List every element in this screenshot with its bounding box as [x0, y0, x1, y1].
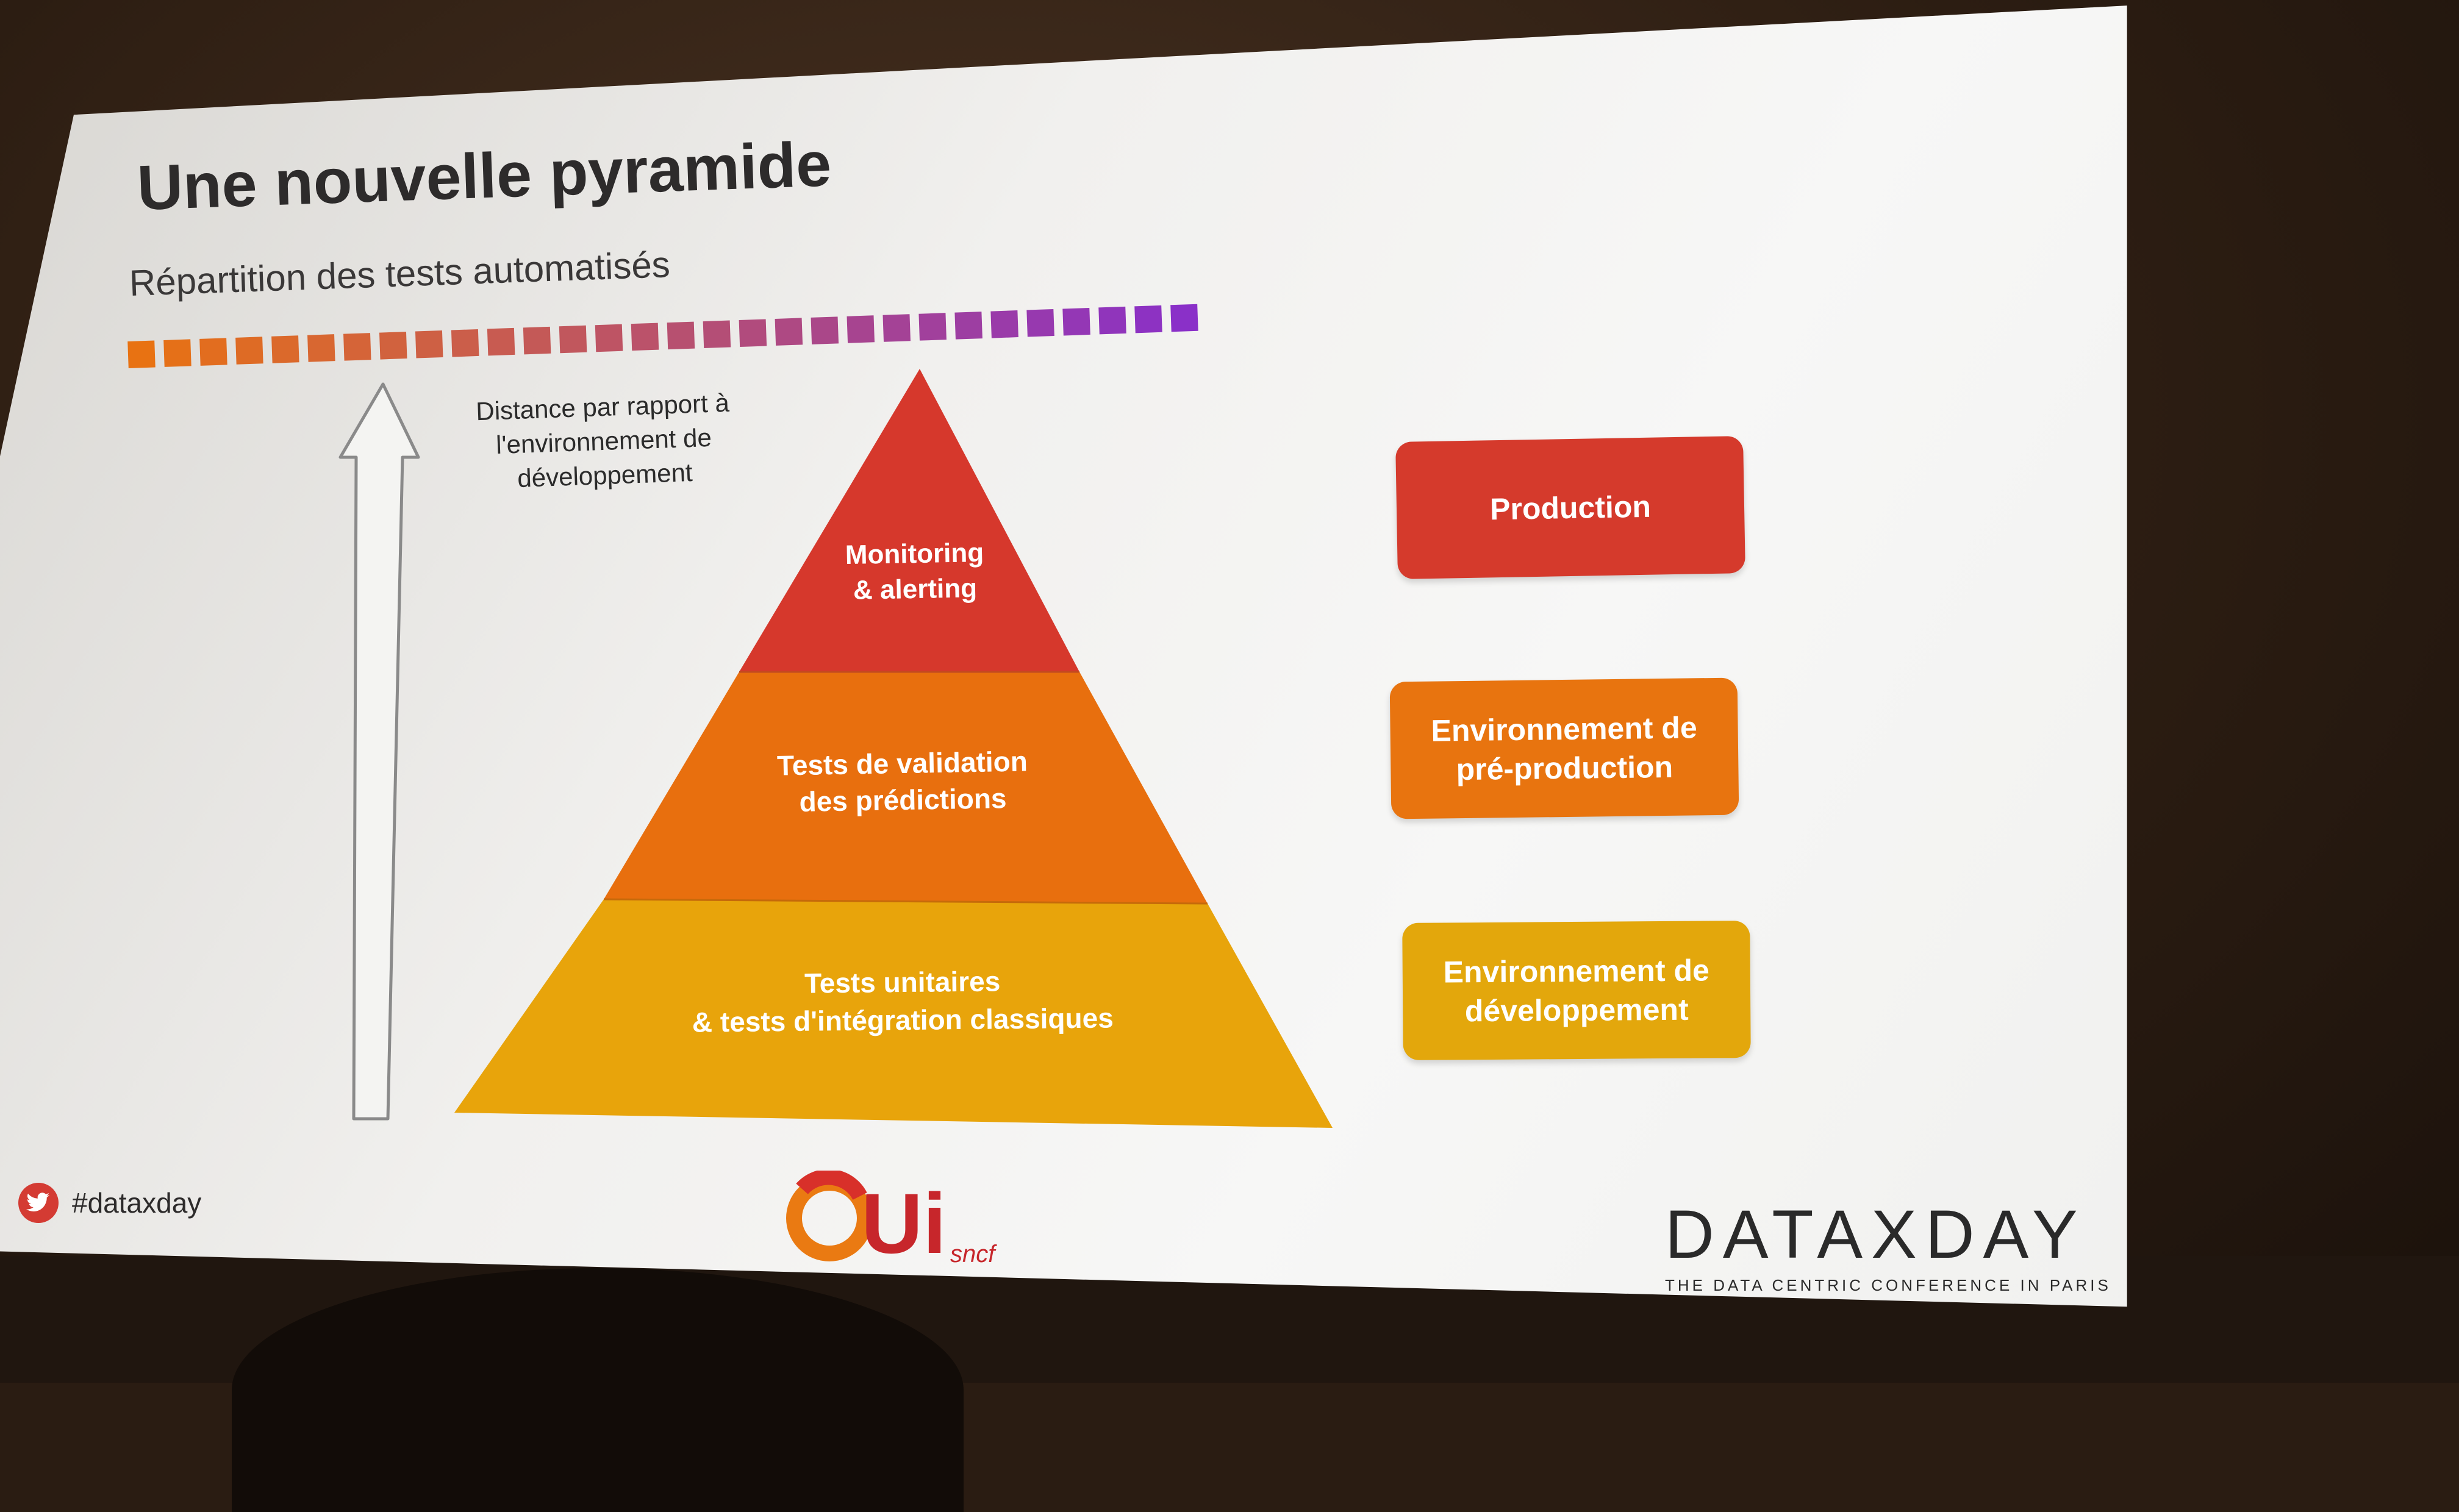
- gradient-square: [379, 332, 407, 360]
- dataxday-logo: DATAXDAY THE DATA CENTRIC CONFERENCE IN …: [1665, 1195, 2110, 1295]
- gradient-square: [163, 339, 191, 367]
- gradient-square: [631, 323, 659, 351]
- pyramid-top-label: Monitoring & alerting: [845, 538, 984, 605]
- gradient-square: [918, 313, 947, 341]
- gradient-square: [703, 320, 731, 349]
- gradient-square: [739, 319, 767, 347]
- development-box: Environnement de développement: [1402, 921, 1751, 1060]
- hashtag-text: #dataxday: [72, 1187, 202, 1219]
- dataxday-logo-text: DATAXDAY: [1665, 1196, 2086, 1272]
- gradient-square: [235, 337, 263, 365]
- oui-sncf-logo: Ui sncf: [786, 1171, 997, 1271]
- production-box: Production: [1395, 436, 1745, 579]
- gradient-square: [1170, 304, 1198, 332]
- pyramid-middle-label: Tests de validation des prédictions: [776, 745, 1028, 818]
- gradient-square: [1026, 309, 1054, 337]
- gradient-square: [595, 324, 623, 352]
- up-arrow-icon: [338, 382, 420, 1121]
- gradient-square: [882, 314, 911, 342]
- gradient-square: [343, 333, 371, 361]
- gradient-square: [271, 335, 299, 363]
- gradient-square: [559, 325, 587, 354]
- gradient-square: [415, 330, 443, 358]
- gradient-square: [667, 321, 695, 350]
- audience-head: [232, 1268, 964, 1512]
- gradient-square: [487, 327, 515, 356]
- footer-hashtag: #dataxday: [18, 1183, 201, 1223]
- gradient-square: [811, 316, 839, 344]
- twitter-icon: [18, 1183, 59, 1223]
- dataxday-tagline: THE DATA CENTRIC CONFERENCE IN PARIS: [1665, 1276, 2111, 1294]
- pyramid-tier-top: [739, 369, 1079, 672]
- pyramid-bottom-label: Tests unitaires & tests d'intégration cl…: [692, 965, 1114, 1038]
- gradient-square: [775, 318, 803, 346]
- gradient-square: [199, 338, 227, 366]
- oui-brand-text: Ui: [861, 1175, 947, 1271]
- preproduction-box: Environnement de pré-production: [1389, 677, 1739, 819]
- gradient-square: [451, 329, 479, 357]
- gradient-square: [990, 310, 1018, 338]
- gradient-square: [1098, 306, 1126, 335]
- gradient-square: [1134, 305, 1162, 333]
- oui-sub-text: sncf: [950, 1241, 997, 1268]
- gradient-square: [523, 326, 551, 355]
- gradient-square: [1062, 307, 1090, 336]
- gradient-square: [847, 315, 875, 343]
- gradient-square: [307, 334, 335, 362]
- gradient-square: [954, 312, 983, 340]
- gradient-square: [127, 340, 156, 368]
